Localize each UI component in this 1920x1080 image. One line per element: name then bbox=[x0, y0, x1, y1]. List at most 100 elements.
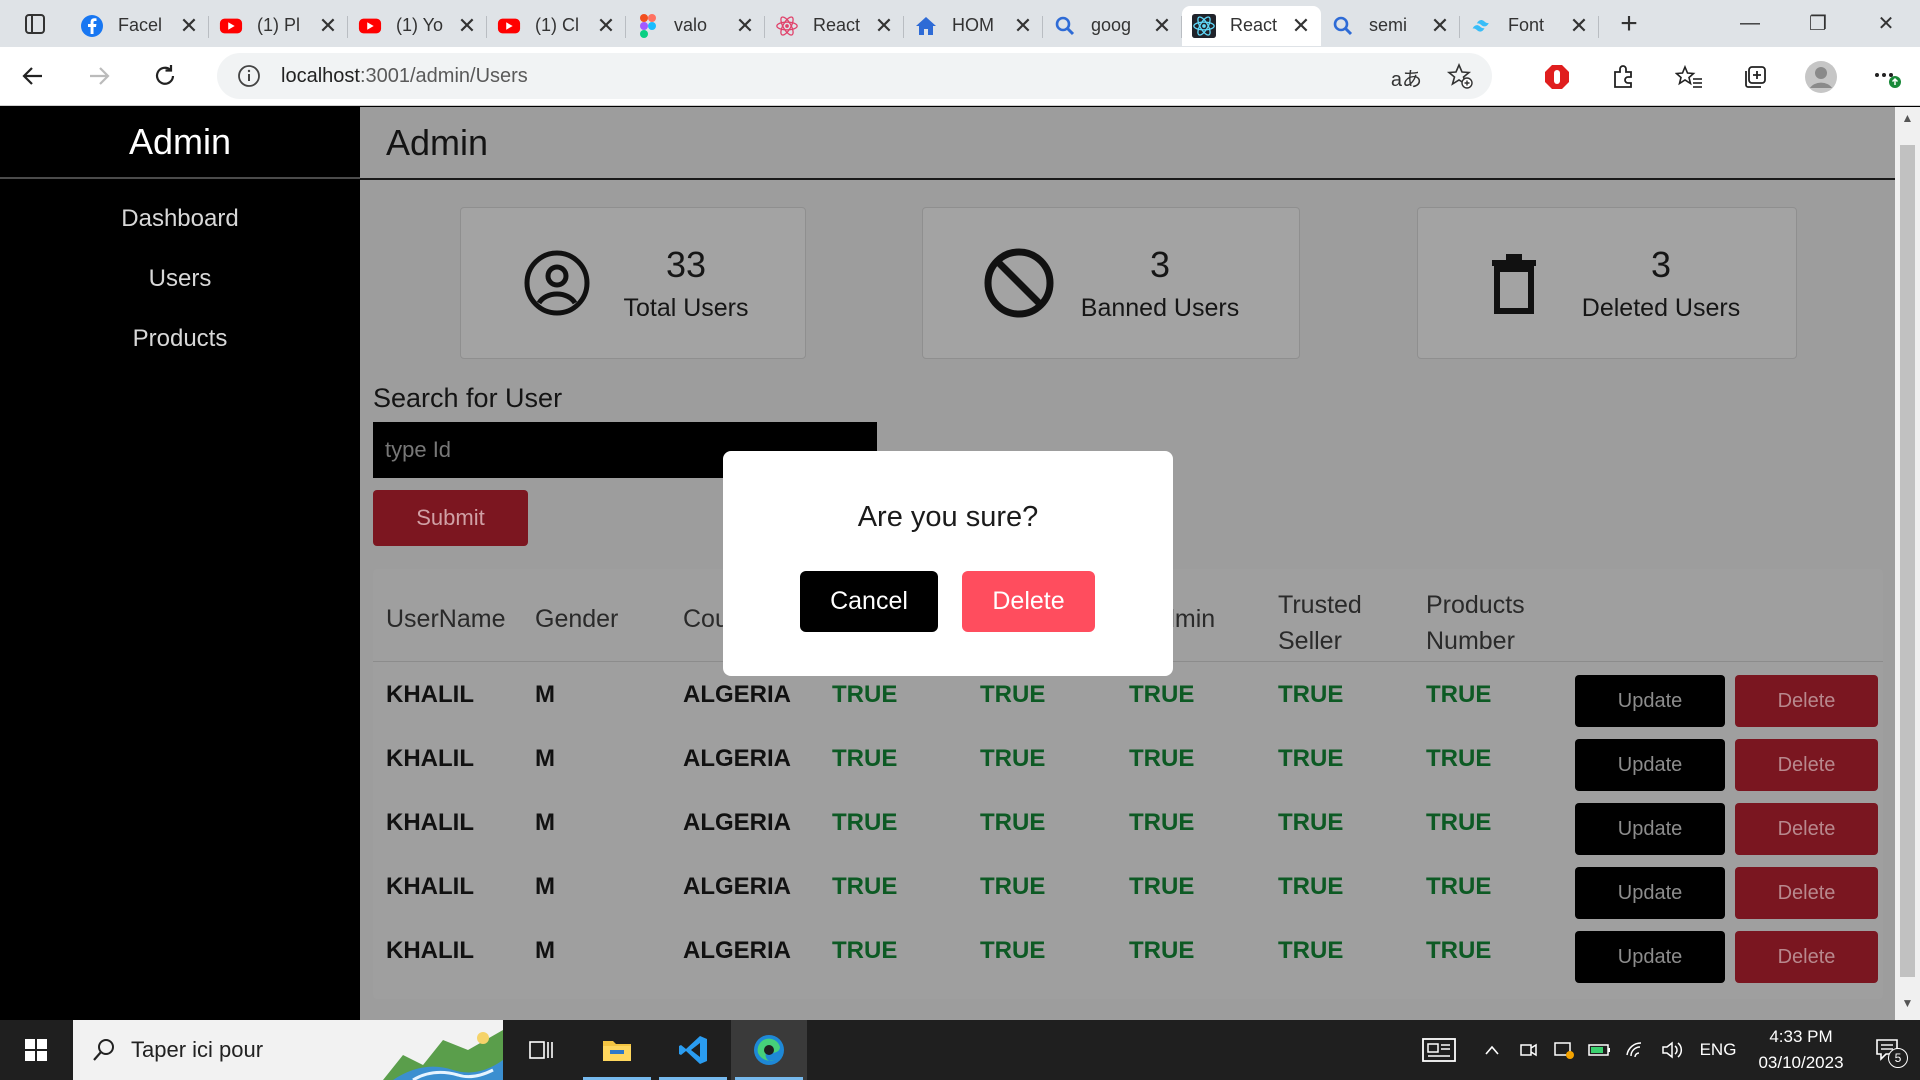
close-tab-icon[interactable]: ✕ bbox=[874, 13, 894, 39]
close-tab-icon[interactable]: ✕ bbox=[1430, 13, 1450, 39]
tab-title: (1) Yo bbox=[396, 15, 444, 35]
close-tab-icon[interactable]: ✕ bbox=[596, 13, 616, 39]
browser-tab[interactable]: (1) Cl ✕ bbox=[487, 6, 626, 46]
browser-tab[interactable]: semi ✕ bbox=[1321, 6, 1460, 46]
submit-button[interactable]: Submit bbox=[373, 490, 528, 546]
input-language[interactable]: ENG bbox=[1690, 1040, 1746, 1060]
update-button[interactable]: Update bbox=[1575, 867, 1725, 919]
clock-time: 4:33 PM bbox=[1769, 1027, 1833, 1046]
notifications-icon[interactable]: 5 bbox=[1856, 1020, 1920, 1080]
tab-title: HOM bbox=[952, 15, 994, 35]
search-label: Search for User bbox=[373, 383, 563, 413]
chevron-up-icon[interactable] bbox=[1474, 1020, 1510, 1080]
browser-tab[interactable]: Font ✕ bbox=[1460, 6, 1599, 46]
delete-row-button[interactable]: Delete bbox=[1735, 739, 1878, 791]
volume-icon[interactable] bbox=[1654, 1020, 1690, 1080]
delete-row-button[interactable]: Delete bbox=[1735, 675, 1878, 727]
deleted-users-count: 3 bbox=[1650, 243, 1672, 285]
restore-icon[interactable]: ❐ bbox=[1784, 0, 1852, 47]
browser-tab[interactable]: (1) Pl ✕ bbox=[209, 6, 348, 46]
info-icon[interactable] bbox=[237, 64, 261, 88]
close-tab-icon[interactable]: ✕ bbox=[457, 13, 477, 39]
vscode-icon[interactable] bbox=[655, 1020, 731, 1080]
update-button[interactable]: Update bbox=[1575, 931, 1725, 983]
favorites-icon[interactable] bbox=[1656, 47, 1722, 106]
delete-row-button[interactable]: Delete bbox=[1735, 931, 1878, 983]
close-tab-icon[interactable]: ✕ bbox=[735, 13, 755, 39]
browser-tab[interactable]: Facel ✕ bbox=[70, 6, 209, 46]
minimize-icon[interactable]: — bbox=[1716, 0, 1784, 47]
search-icon bbox=[1053, 14, 1077, 38]
wifi-icon[interactable] bbox=[1618, 1020, 1654, 1080]
user-circle-icon bbox=[521, 247, 593, 319]
news-widget-icon[interactable] bbox=[1404, 1020, 1474, 1080]
extensions-icon[interactable] bbox=[1590, 47, 1656, 106]
cancel-button[interactable]: Cancel bbox=[800, 571, 938, 632]
file-explorer-icon[interactable] bbox=[579, 1020, 655, 1080]
browser-tab[interactable]: valo ✕ bbox=[626, 6, 765, 46]
refresh-button[interactable] bbox=[132, 47, 198, 106]
browser-tab[interactable]: HOM ✕ bbox=[904, 6, 1043, 46]
cell-flag: TRUE bbox=[1278, 809, 1344, 836]
sidebar-item-dashboard[interactable]: Dashboard bbox=[0, 189, 360, 249]
back-button[interactable] bbox=[0, 47, 66, 106]
forward-button[interactable] bbox=[66, 47, 132, 106]
cell-flag: TRUE bbox=[1426, 937, 1492, 964]
close-tab-icon[interactable]: ✕ bbox=[1569, 13, 1589, 39]
translate-icon[interactable]: aあ bbox=[1391, 63, 1422, 92]
search-highlight-art bbox=[383, 1030, 503, 1080]
meet-now-icon[interactable] bbox=[1510, 1020, 1546, 1080]
cell-flag: TRUE bbox=[1426, 809, 1492, 836]
delete-row-button[interactable]: Delete bbox=[1735, 803, 1878, 855]
profile-avatar[interactable] bbox=[1788, 47, 1854, 106]
close-tab-icon[interactable]: ✕ bbox=[1291, 13, 1311, 39]
deleted-users-label: Deleted Users bbox=[1581, 293, 1741, 322]
close-tab-icon[interactable]: ✕ bbox=[1013, 13, 1033, 39]
new-tab-button[interactable]: + bbox=[1599, 0, 1659, 47]
clock-date: 03/10/2023 bbox=[1758, 1053, 1844, 1072]
tab-title: React bbox=[1230, 15, 1278, 35]
trash-icon bbox=[1478, 247, 1550, 319]
close-window-icon[interactable]: ✕ bbox=[1852, 0, 1920, 47]
security-alert-icon[interactable] bbox=[1546, 1020, 1582, 1080]
cell-flag: TRUE bbox=[980, 937, 1046, 964]
scroll-down-icon[interactable]: ▼ bbox=[1895, 996, 1920, 1016]
scrollbar-thumb[interactable] bbox=[1900, 145, 1915, 977]
cell-username: KHALIL bbox=[386, 937, 474, 964]
close-tab-icon[interactable]: ✕ bbox=[179, 13, 199, 39]
update-button[interactable]: Update bbox=[1575, 739, 1725, 791]
tab-title: React bbox=[813, 15, 861, 35]
tab-actions-icon[interactable] bbox=[0, 0, 70, 47]
taskbar-search-box[interactable]: Taper ici pour bbox=[73, 1020, 503, 1080]
col-header-country: Cou bbox=[683, 605, 729, 633]
taskbar-clock[interactable]: 4:33 PM 03/10/2023 bbox=[1746, 1024, 1856, 1076]
browser-tab[interactable]: React ✕ bbox=[765, 6, 904, 46]
adblock-extension-icon[interactable] bbox=[1524, 47, 1590, 106]
system-tray: ENG 4:33 PM 03/10/2023 5 bbox=[1404, 1020, 1920, 1080]
sidebar-item-products[interactable]: Products bbox=[0, 309, 360, 369]
browser-tab[interactable]: (1) Yo ✕ bbox=[348, 6, 487, 46]
browser-tab[interactable]: React ✕ bbox=[1182, 5, 1321, 46]
browser-tab[interactable]: goog ✕ bbox=[1043, 6, 1182, 46]
settings-more-icon[interactable] bbox=[1854, 47, 1920, 106]
edge-browser-icon[interactable] bbox=[731, 1020, 807, 1080]
task-view-icon[interactable] bbox=[503, 1020, 579, 1080]
sidebar-item-users[interactable]: Users bbox=[0, 249, 360, 309]
tailwind-icon bbox=[1470, 14, 1494, 38]
page-scrollbar[interactable]: ▲ ▼ bbox=[1895, 107, 1920, 1020]
close-tab-icon[interactable]: ✕ bbox=[1152, 13, 1172, 39]
cell-flag: TRUE bbox=[832, 937, 898, 964]
close-tab-icon[interactable]: ✕ bbox=[318, 13, 338, 39]
update-button[interactable]: Update bbox=[1575, 803, 1725, 855]
cell-flag: TRUE bbox=[1278, 937, 1344, 964]
delete-row-button[interactable]: Delete bbox=[1735, 867, 1878, 919]
windows-start-button[interactable] bbox=[0, 1020, 72, 1080]
scroll-up-icon[interactable]: ▲ bbox=[1895, 111, 1920, 131]
battery-icon[interactable] bbox=[1582, 1020, 1618, 1080]
add-favorite-icon[interactable] bbox=[1446, 62, 1474, 95]
confirm-dialog: Are you sure? Cancel Delete bbox=[723, 451, 1173, 676]
collections-icon[interactable] bbox=[1722, 47, 1788, 106]
confirm-delete-button[interactable]: Delete bbox=[962, 571, 1095, 632]
address-bar[interactable]: localhost:3001/admin/Users aあ bbox=[217, 53, 1492, 99]
update-button[interactable]: Update bbox=[1575, 675, 1725, 727]
